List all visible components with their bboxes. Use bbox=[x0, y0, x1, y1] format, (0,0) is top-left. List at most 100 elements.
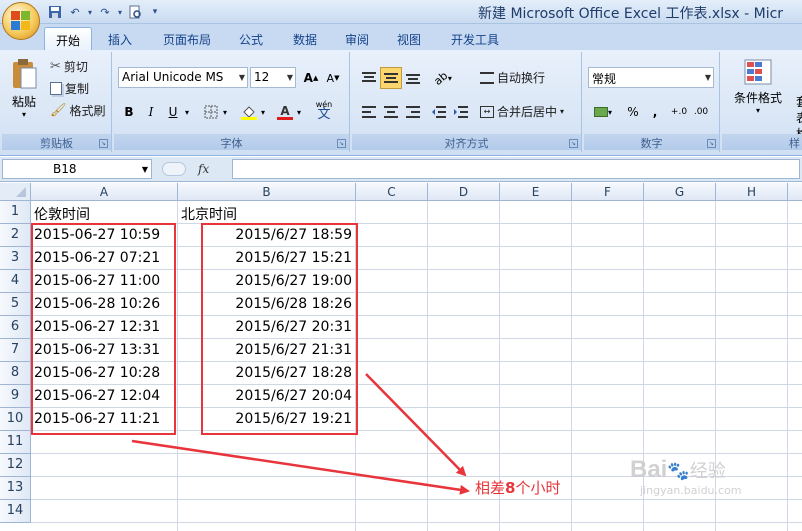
number-format-select[interactable]: 常规 ▼ bbox=[588, 67, 714, 88]
align-middle-icon[interactable] bbox=[380, 67, 402, 89]
italic-icon[interactable]: I bbox=[140, 101, 162, 123]
font-group: Arial Unicode MS ▼ 12 ▼ A ▲ A ▼ B I U ▾ ▾ … bbox=[114, 52, 350, 152]
phonetic-guide-icon[interactable]: wén 文 bbox=[310, 99, 338, 121]
font-launcher-icon[interactable]: ↘ bbox=[337, 139, 346, 148]
fill-color-icon[interactable] bbox=[238, 101, 260, 123]
arrow-from-london bbox=[131, 439, 470, 495]
chevron-down-icon: ▼ bbox=[141, 165, 148, 174]
styles-group-label: 样 bbox=[722, 134, 802, 150]
fill-color-dropdown-icon[interactable]: ▾ bbox=[258, 101, 268, 123]
ribbon-tabs: 开始 插入 页面布局 公式 数据 审阅 视图 开发工具 bbox=[0, 24, 802, 50]
annotation-number: 8 bbox=[505, 479, 516, 497]
format-painter-label: 格式刷 bbox=[69, 104, 106, 118]
alignment-group-label: 对齐方式 bbox=[352, 134, 581, 150]
paste-dropdown-icon: ▾ bbox=[21, 110, 26, 119]
save-icon[interactable] bbox=[46, 3, 64, 21]
undo-icon[interactable]: ↶ bbox=[66, 3, 84, 21]
grow-font-icon[interactable]: A ▲ bbox=[300, 67, 322, 89]
merge-dropdown-icon: ▾ bbox=[560, 107, 565, 116]
alignment-launcher-icon[interactable]: ↘ bbox=[569, 139, 578, 148]
chevron-down-icon: ▼ bbox=[238, 73, 245, 82]
formula-bar: B18 ▼ fx bbox=[0, 157, 802, 182]
redo-icon[interactable]: ↷ bbox=[96, 3, 114, 21]
styles-group: 条件格式 ▾ 套 表格 样 bbox=[722, 52, 802, 152]
underline-icon[interactable]: U bbox=[162, 101, 184, 123]
watermark-logo: Bai bbox=[630, 456, 668, 483]
chevron-down-icon: ▼ bbox=[286, 73, 293, 82]
wrap-text-button[interactable]: 自动换行 bbox=[480, 69, 545, 86]
bold-icon[interactable]: B bbox=[118, 101, 140, 123]
cut-label: 剪切 bbox=[63, 60, 88, 74]
tab-insert[interactable]: 插入 bbox=[98, 27, 142, 50]
align-left-icon[interactable] bbox=[358, 101, 380, 123]
align-bottom-icon[interactable] bbox=[402, 67, 424, 89]
number-format-value: 常规 bbox=[592, 72, 617, 86]
arrow-from-beijing bbox=[365, 373, 467, 477]
formula-input[interactable] bbox=[232, 159, 800, 179]
formula-bar-handle-icon bbox=[162, 162, 186, 176]
percent-style-button[interactable]: % bbox=[622, 101, 644, 123]
tab-view[interactable]: 视图 bbox=[386, 27, 432, 50]
tab-review[interactable]: 审阅 bbox=[334, 27, 380, 50]
conditional-formatting-button[interactable]: 条件格式 ▾ bbox=[728, 58, 788, 115]
font-name-select[interactable]: Arial Unicode MS ▼ bbox=[118, 67, 248, 88]
font-color-dropdown-icon[interactable]: ▾ bbox=[294, 101, 304, 123]
align-center-icon[interactable] bbox=[380, 101, 402, 123]
paste-button[interactable]: 粘贴 ▾ bbox=[6, 58, 42, 120]
tab-formulas[interactable]: 公式 bbox=[228, 27, 274, 50]
baidu-watermark: Bai🐾经验 jingyan.baidu.com bbox=[630, 458, 742, 500]
align-right-icon[interactable] bbox=[402, 101, 424, 123]
merge-center-icon: ↔ bbox=[480, 105, 494, 118]
increase-indent-icon[interactable] bbox=[450, 101, 472, 123]
tab-data[interactable]: 数据 bbox=[282, 27, 328, 50]
cut-button[interactable]: ✂ 剪切 bbox=[50, 58, 88, 75]
comma-style-button[interactable]: , bbox=[644, 101, 666, 123]
office-logo-icon bbox=[11, 11, 31, 31]
font-name-value: Arial Unicode MS bbox=[122, 70, 224, 84]
number-group-label: 数字 bbox=[584, 134, 719, 150]
merge-center-button[interactable]: ↔ 合并后居中 ▾ bbox=[480, 103, 564, 120]
quick-access-toolbar: ↶ ▾ ↷ ▾ ▾ bbox=[46, 3, 164, 21]
number-launcher-icon[interactable]: ↘ bbox=[707, 139, 716, 148]
insert-function-button[interactable]: fx bbox=[198, 162, 209, 176]
font-group-label: 字体 bbox=[114, 134, 349, 150]
qat-customize-icon[interactable]: ▾ bbox=[146, 3, 164, 21]
wrap-text-icon bbox=[480, 71, 494, 84]
shrink-font-icon[interactable]: A ▼ bbox=[322, 67, 344, 89]
name-box-value: B18 bbox=[53, 162, 77, 176]
merge-center-label: 合并后居中 bbox=[497, 105, 558, 119]
underline-dropdown-icon[interactable]: ▾ bbox=[182, 101, 192, 123]
increase-decimal-icon[interactable]: +.0 bbox=[668, 101, 690, 123]
redo-dropdown-icon[interactable]: ▾ bbox=[116, 3, 124, 21]
paste-icon bbox=[13, 59, 37, 89]
print-preview-icon[interactable] bbox=[126, 3, 144, 21]
borders-icon[interactable] bbox=[200, 101, 222, 123]
font-size-select[interactable]: 12 ▼ bbox=[250, 67, 296, 88]
office-button[interactable] bbox=[2, 2, 40, 40]
name-box[interactable]: B18 ▼ bbox=[2, 159, 152, 179]
copy-button[interactable]: 复制 bbox=[50, 80, 89, 97]
annotation-suffix: 个小时 bbox=[515, 479, 561, 497]
tab-page-layout[interactable]: 页面布局 bbox=[152, 27, 222, 50]
annotation-prefix: 相差 bbox=[475, 479, 506, 497]
format-painter-button[interactable]: 🖌 格式刷 bbox=[50, 102, 106, 119]
align-top-icon[interactable] bbox=[358, 67, 380, 89]
font-size-value: 12 bbox=[254, 70, 270, 84]
watermark-url: jingyan.baidu.com bbox=[640, 484, 742, 497]
undo-dropdown-icon[interactable]: ▾ bbox=[86, 3, 94, 21]
number-group: 常规 ▼ ▾ % , +.0 .00 数字 ↘ bbox=[584, 52, 720, 152]
decrease-decimal-icon[interactable]: .00 bbox=[690, 101, 712, 123]
orientation-icon[interactable]: ab ▾ bbox=[428, 67, 458, 89]
brush-icon: 🖌 bbox=[50, 103, 67, 118]
currency-icon[interactable]: ▾ bbox=[588, 101, 618, 123]
clipboard-launcher-icon[interactable]: ↘ bbox=[99, 139, 108, 148]
tab-home[interactable]: 开始 bbox=[44, 27, 92, 50]
tab-developer[interactable]: 开发工具 bbox=[440, 27, 510, 50]
copy-icon bbox=[50, 82, 62, 95]
decrease-indent-icon[interactable] bbox=[428, 101, 450, 123]
paw-icon: 🐾 bbox=[667, 461, 690, 482]
clipboard-group-label: 剪贴板 bbox=[2, 134, 111, 150]
borders-dropdown-icon[interactable]: ▾ bbox=[220, 101, 230, 123]
fx-area: fx bbox=[156, 159, 230, 179]
font-color-icon[interactable]: A bbox=[274, 101, 296, 123]
